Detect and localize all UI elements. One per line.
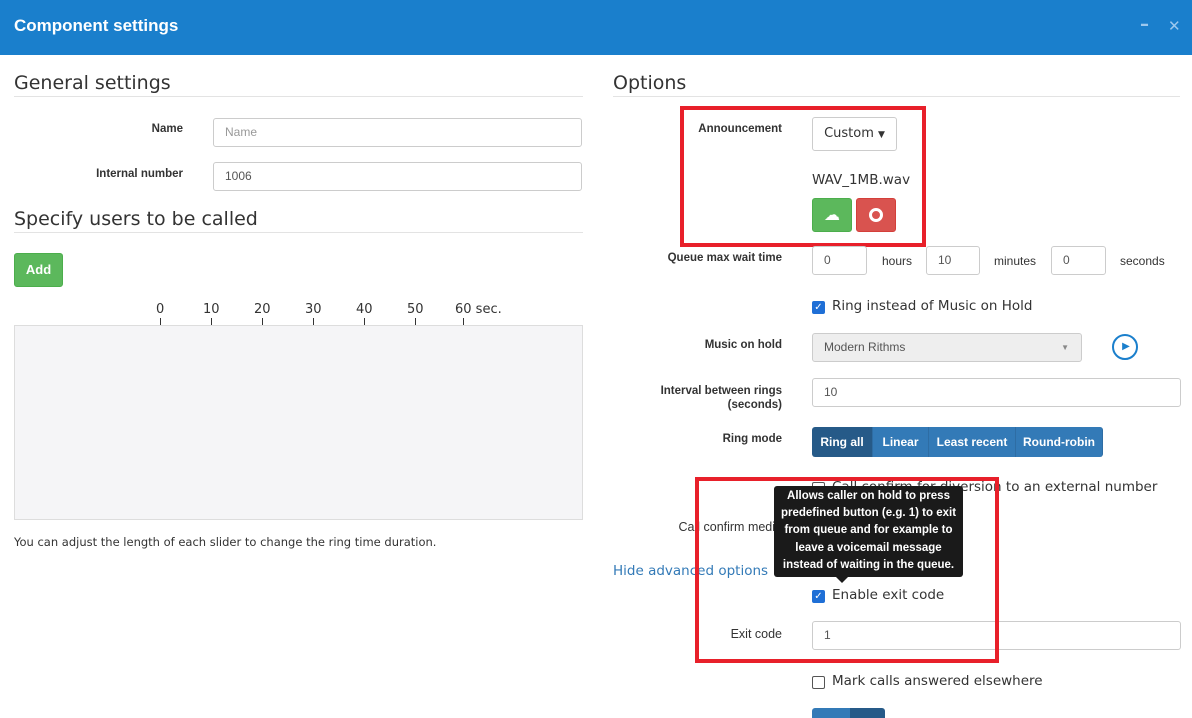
ring-instead-checkbox[interactable]: ✓ [812, 301, 825, 314]
ring-instead-label: Ring instead of Music on Hold [832, 298, 1033, 314]
mark-calls-label: Mark calls answered elsewhere [832, 673, 1043, 689]
timeline-tick-mark [313, 318, 314, 325]
music-on-hold-value: Modern Rithms [824, 340, 906, 354]
ring-mode-least-recent[interactable]: Least recent [929, 427, 1016, 457]
slider-help-text: You can adjust the length of each slider… [14, 535, 437, 549]
interval-label: Interval between rings (seconds) [620, 384, 782, 412]
ring-mode-linear[interactable]: Linear [873, 427, 929, 457]
window-title: Component settings [14, 16, 179, 35]
timeline-tick-mark [364, 318, 365, 325]
internal-number-input[interactable]: 1006 [213, 162, 582, 191]
timeline-tick-mark [211, 318, 212, 325]
name-label: Name [151, 123, 183, 135]
timeline-tick-label: 30 [305, 302, 322, 317]
music-on-hold-select[interactable]: Modern Rithms ▼ [812, 333, 1082, 362]
highlight-box [695, 477, 999, 663]
minimize-icon[interactable]: – [1140, 14, 1149, 35]
music-on-hold-label: Music on hold [704, 339, 782, 351]
ring-mode-round-robin[interactable]: Round-robin [1016, 427, 1103, 457]
timeline-tick-mark [463, 318, 464, 325]
hours-input[interactable]: 0 [812, 246, 867, 275]
minutes-unit: minutes [994, 254, 1037, 268]
minutes-input[interactable]: 10 [926, 246, 980, 275]
seconds-input[interactable]: 0 [1051, 246, 1106, 275]
divider [14, 232, 583, 233]
caret-down-icon: ▼ [1061, 343, 1069, 352]
bottom-toggle-button[interactable] [812, 708, 850, 718]
timeline-tick-label: 40 [356, 302, 373, 317]
timeline-tick-label: 20 [254, 302, 271, 317]
add-user-button[interactable]: Add [14, 253, 63, 287]
interval-label-line2: (seconds) [727, 399, 782, 411]
timeline-tick-label: 50 [407, 302, 424, 317]
hours-unit: hours [882, 254, 913, 268]
ring-mode-label: Ring mode [722, 433, 782, 445]
name-placeholder: Name [225, 125, 258, 139]
divider [613, 96, 1180, 97]
close-icon[interactable]: ✕ [1168, 17, 1181, 35]
ring-timeline-area[interactable] [14, 325, 583, 520]
general-settings-heading: General settings [14, 72, 171, 94]
window-header: Component settings – ✕ [0, 0, 1192, 55]
timeline-tick-mark [262, 318, 263, 325]
ring-mode-ring-all[interactable]: Ring all [812, 427, 873, 457]
seconds-unit: seconds [1120, 254, 1165, 268]
timeline-tick-mark [160, 318, 161, 325]
bottom-toggle-button[interactable] [850, 708, 885, 718]
interval-label-line1: Interval between rings [660, 385, 782, 397]
timeline-tick-label: 0 [156, 302, 165, 317]
play-icon[interactable]: ▶ [1112, 334, 1138, 360]
users-heading: Specify users to be called [14, 208, 258, 230]
mark-calls-checkbox[interactable] [812, 676, 825, 689]
timeline-tick-label: 60 sec. [455, 302, 502, 317]
internal-number-label: Internal number [96, 168, 183, 180]
interval-input[interactable]: 10 [812, 378, 1181, 407]
highlight-box [680, 106, 926, 247]
divider [14, 96, 583, 97]
timeline-tick-label: 10 [203, 302, 220, 317]
queue-wait-label: Queue max wait time [667, 252, 782, 264]
options-heading: Options [613, 72, 687, 94]
name-input[interactable]: Name [213, 118, 582, 147]
timeline-tick-mark [415, 318, 416, 325]
